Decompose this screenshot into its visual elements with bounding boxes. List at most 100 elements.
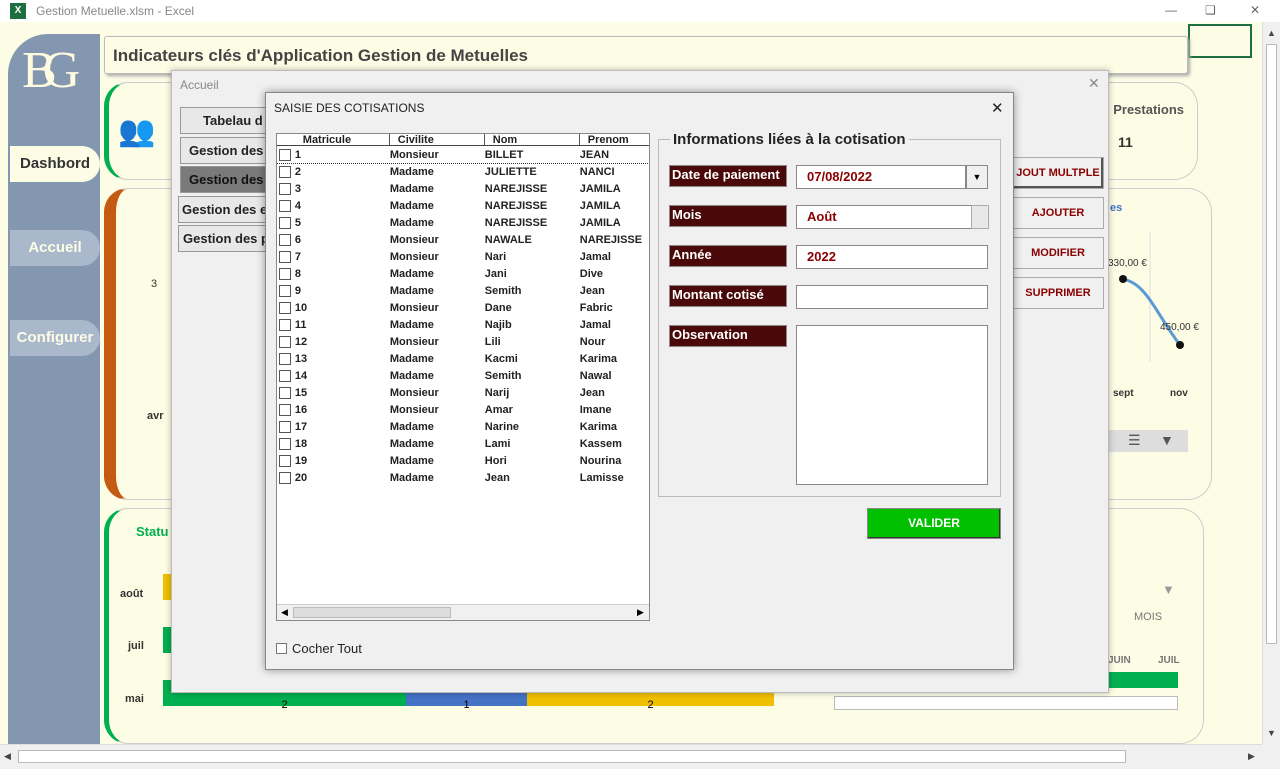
timeline-scroll[interactable]	[834, 696, 1178, 710]
table-row[interactable]: 3 Madame NAREJISSE JAMILA	[277, 180, 649, 197]
row-checkbox[interactable]	[279, 284, 291, 297]
table-row[interactable]: 2 Madame JULIETTE NANCI	[277, 163, 649, 180]
table-row[interactable]: 20 Madame Jean Lamisse	[277, 469, 649, 486]
timeline-bar	[1108, 672, 1178, 688]
scroll-thumb[interactable]	[1266, 44, 1277, 644]
cell-prenom: Lamisse	[579, 471, 624, 484]
row-checkbox[interactable]	[279, 420, 291, 433]
row-checkbox[interactable]	[279, 352, 291, 365]
row-checkbox[interactable]	[279, 403, 291, 416]
select-all-label[interactable]: Cocher Tout	[292, 641, 362, 656]
annee-input[interactable]: 2022	[796, 245, 988, 269]
btn-gestion-3[interactable]: Gestion des e	[178, 196, 274, 223]
table-row[interactable]: 11 Madame Najib Jamal	[277, 316, 649, 333]
scroll-up-icon[interactable]: ▲	[1267, 28, 1276, 38]
nav-configurer[interactable]: Configurer	[10, 320, 100, 356]
col-nom[interactable]: Nom	[485, 134, 580, 146]
row-checkbox[interactable]	[279, 301, 291, 314]
table-row[interactable]: 8 Madame Jani Dive	[277, 265, 649, 282]
row-checkbox[interactable]	[279, 318, 291, 331]
scroll-left-icon[interactable]: ◀	[4, 751, 11, 762]
status-label: Statu	[136, 524, 169, 539]
minimize-icon[interactable]: —	[1165, 3, 1177, 17]
restore-icon[interactable]: ❏	[1205, 3, 1216, 17]
label-date: Date de paiement	[669, 165, 787, 187]
table-row[interactable]: 12 Monsieur Lili Nour	[277, 333, 649, 350]
row-checkbox[interactable]	[279, 369, 291, 382]
modifier-button[interactable]: MODIFIER	[1012, 237, 1104, 269]
table-row[interactable]: 10 Monsieur Dane Fabric	[277, 299, 649, 316]
list-scroll-right-icon[interactable]: ▶	[637, 607, 644, 618]
btn-gestion-1[interactable]: Gestion des	[180, 137, 274, 164]
list-hscroll[interactable]: ◀ ▶	[277, 604, 649, 620]
member-list[interactable]: Matricule Civilite Nom Prenom 1 Monsieur B…	[276, 133, 650, 621]
vertical-scrollbar[interactable]: ▲ ▼	[1262, 22, 1280, 744]
list-scroll-thumb[interactable]	[293, 607, 451, 618]
table-row[interactable]: 7 Monsieur Nari Jamal	[277, 248, 649, 265]
list-scroll-left-icon[interactable]: ◀	[281, 607, 288, 618]
clear-filter-icon[interactable]: ▼	[1160, 432, 1174, 448]
mois-dropdown[interactable]: MOIS	[1134, 611, 1162, 623]
cat-juil: juil	[128, 640, 144, 652]
row-checkbox[interactable]	[279, 454, 291, 467]
table-row[interactable]: 18 Madame Lami Kassem	[277, 435, 649, 452]
col-matricule[interactable]: Matricule	[295, 134, 390, 146]
cat-mai: mai	[125, 693, 144, 705]
scroll-down-icon[interactable]: ▼	[1267, 728, 1276, 738]
filter-clear-icon[interactable]: ▼	[1162, 582, 1175, 597]
accueil-close-icon[interactable]: ✕	[1088, 75, 1100, 92]
row-checkbox[interactable]	[279, 233, 291, 246]
row-checkbox[interactable]	[279, 267, 291, 280]
row-checkbox[interactable]	[279, 335, 291, 348]
table-row[interactable]: 15 Monsieur Narij Jean	[277, 384, 649, 401]
dialog-close-icon[interactable]: ✕	[991, 99, 1004, 117]
cell-nom: NAREJISSE	[484, 216, 548, 229]
mois-dropdown-button[interactable]	[971, 205, 989, 229]
table-row[interactable]: 4 Madame NAREJISSE JAMILA	[277, 197, 649, 214]
row-checkbox[interactable]	[279, 199, 291, 212]
col-prenom[interactable]: Prenom	[580, 134, 649, 145]
bar-mai-3-label: 2	[647, 699, 654, 711]
date-input[interactable]: 07/08/2022	[796, 165, 966, 189]
ajouter-button[interactable]: AJOUTER	[1012, 197, 1104, 229]
scroll-right-icon[interactable]: ▶	[1248, 751, 1255, 762]
montant-input[interactable]	[796, 285, 988, 309]
row-checkbox[interactable]	[279, 148, 291, 161]
table-row[interactable]: 6 Monsieur NAWALE NAREJISSE	[277, 231, 649, 248]
date-dropdown-button[interactable]: ▼	[966, 165, 988, 189]
cell-matricule: 5	[294, 216, 302, 229]
select-all-checkbox[interactable]	[276, 643, 287, 654]
btn-tableau[interactable]: Tabelau d	[180, 107, 274, 134]
row-checkbox[interactable]	[279, 182, 291, 195]
row-checkbox[interactable]	[279, 437, 291, 450]
row-checkbox[interactable]	[279, 250, 291, 263]
close-window-icon[interactable]: ✕	[1250, 3, 1260, 17]
nav-accueil[interactable]: Accueil	[10, 230, 100, 266]
table-row[interactable]: 17 Madame Narine Karima	[277, 418, 649, 435]
row-checkbox[interactable]	[279, 386, 291, 399]
horizontal-scrollbar[interactable]: ◀ ▶	[0, 744, 1262, 769]
table-row[interactable]: 5 Madame NAREJISSE JAMILA	[277, 214, 649, 231]
mois-input[interactable]: Août	[796, 205, 972, 229]
supprimer-button[interactable]: SUPPRIMER	[1012, 277, 1104, 309]
row-checkbox[interactable]	[279, 216, 291, 229]
hscroll-thumb[interactable]	[18, 750, 1126, 763]
nav-dashbord[interactable]: Dashbord	[10, 146, 100, 182]
table-row[interactable]: 14 Madame Semith Nawal	[277, 367, 649, 384]
row-checkbox[interactable]	[279, 165, 291, 178]
multiselect-icon[interactable]: ☰	[1128, 432, 1141, 449]
table-row[interactable]: 9 Madame Semith Jean	[277, 282, 649, 299]
ajout-multiple-button[interactable]: JOUT MULTPLE	[1012, 157, 1104, 189]
table-row[interactable]: 19 Madame Hori Nourina	[277, 452, 649, 469]
selected-cell[interactable]	[1188, 24, 1252, 58]
btn-gestion-2[interactable]: Gestion des	[180, 166, 274, 193]
row-checkbox[interactable]	[279, 471, 291, 484]
table-row[interactable]: 1 Monsieur BILLET JEAN	[277, 145, 649, 164]
table-row[interactable]: 16 Monsieur Amar Imane	[277, 401, 649, 418]
table-row[interactable]: 13 Madame Kacmi Karima	[277, 350, 649, 367]
observation-textarea[interactable]	[796, 325, 988, 485]
btn-gestion-4[interactable]: Gestion des p	[178, 225, 274, 252]
bar-mai-2-label: 1	[463, 699, 470, 711]
valider-button[interactable]: VALIDER	[867, 508, 1001, 539]
col-civilite[interactable]: Civilite	[390, 134, 485, 146]
